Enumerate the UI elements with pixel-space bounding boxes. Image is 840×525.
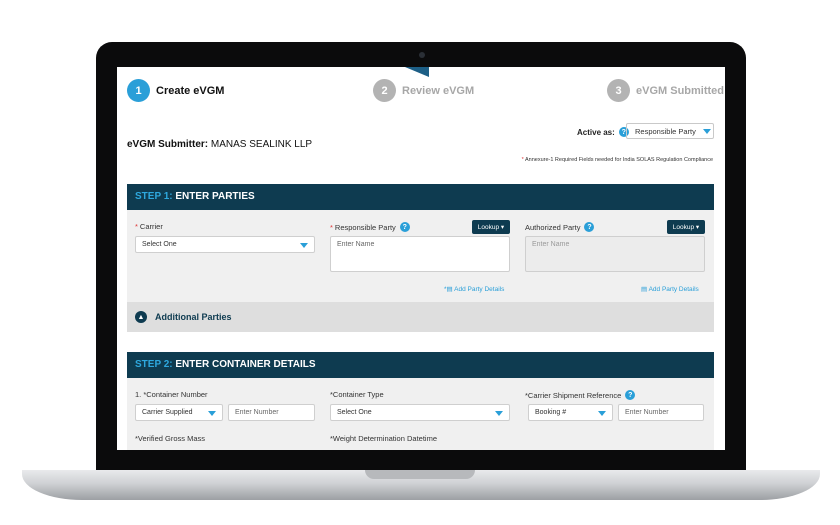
step-review-evgm[interactable]: 2 Review eVGM: [373, 79, 474, 102]
container-number-select-value: Carrier Supplied: [142, 409, 193, 416]
responsible-party-input[interactable]: Enter Name: [330, 236, 510, 272]
help-icon[interactable]: ?: [625, 390, 636, 400]
step-create-evgm[interactable]: 1 Create eVGM: [127, 79, 224, 102]
authorized-party-input[interactable]: Enter Name: [525, 236, 705, 272]
step-label: eVGM Submitted: [636, 84, 725, 97]
step2-number: STEP 2:: [135, 359, 173, 370]
step-number: 3: [607, 79, 630, 102]
required-star: *: [330, 222, 333, 232]
weight-datetime-label: *Weight Determination Datetime: [330, 434, 437, 443]
step-label: Review eVGM: [402, 84, 475, 97]
vgm-label: *Verified Gross Mass: [135, 434, 206, 443]
chevron-down-icon: [598, 411, 606, 416]
step1-number: STEP 1:: [135, 191, 173, 202]
screen: 1 Create eVGM 2 Review eVGM 3 eVGM Submi…: [117, 67, 725, 450]
active-role-select[interactable]: Responsible Party: [626, 123, 714, 139]
carrier-select[interactable]: Select One: [135, 236, 315, 253]
authorized-party-label-text: Authorized Party: [525, 222, 581, 232]
carrier-label-text: Carrier: [139, 222, 163, 231]
authorized-party-label: Authorized Party ?: [525, 222, 595, 232]
step-label: Create eVGM: [156, 84, 225, 97]
responsible-party-label: * Responsible Party ?: [330, 222, 410, 232]
shipment-reference-input[interactable]: Enter Number: [618, 404, 704, 421]
step1-title: ENTER PARTIES: [175, 191, 255, 202]
responsible-lookup-button[interactable]: Lookup ▾: [472, 220, 510, 234]
required-star: *: [135, 222, 138, 231]
step2-panel: STEP 2: ENTER CONTAINER DETAILS 1. *Cont…: [127, 352, 714, 450]
active-as: Active as: ?: [577, 127, 629, 137]
annexure-text: Annexure-1 Required Fields needed for In…: [524, 157, 713, 163]
responsible-add-party-link[interactable]: *▤ Add Party Details: [444, 285, 504, 293]
step-number: 2: [373, 79, 396, 102]
carrier-label: * Carrier: [135, 222, 163, 231]
container-number-select[interactable]: Carrier Supplied: [135, 404, 223, 421]
additional-parties-label: Additional Parties: [155, 312, 232, 322]
step2-title: ENTER CONTAINER DETAILS: [175, 359, 316, 370]
container-type-select[interactable]: Select One: [330, 404, 510, 421]
container-number-input[interactable]: Enter Number: [228, 404, 315, 421]
chevron-down-icon: [300, 243, 308, 248]
step-number: 1: [127, 79, 150, 102]
carrier-select-value: Select One: [142, 241, 177, 248]
step2-header: STEP 2: ENTER CONTAINER DETAILS: [127, 352, 714, 378]
step-pointer-icon: [405, 67, 429, 77]
laptop-notch: [365, 470, 475, 479]
shipment-reference-label-text: *Carrier Shipment Reference: [525, 390, 622, 400]
chevron-down-icon: [208, 411, 216, 416]
additional-parties-toggle[interactable]: ▲ Additional Parties: [127, 302, 714, 332]
chevron-down-icon: [495, 411, 503, 416]
evgm-submitter: eVGM Submitter: MANAS SEALINK LLP: [127, 139, 312, 150]
camera-icon: [419, 52, 425, 58]
help-icon[interactable]: ?: [584, 222, 595, 232]
container-type-select-value: Select One: [337, 409, 372, 416]
authorized-lookup-button[interactable]: Lookup ▾: [667, 220, 705, 234]
responsible-party-label-text: Responsible Party: [334, 222, 396, 232]
active-as-label: Active as:: [577, 127, 615, 137]
chevron-up-icon: ▲: [135, 311, 147, 323]
step1-header: STEP 1: ENTER PARTIES: [127, 184, 714, 210]
help-icon[interactable]: ?: [399, 222, 410, 232]
container-number-label: 1. *Container Number: [135, 390, 208, 399]
chevron-down-icon: [703, 129, 711, 134]
submitter-label: eVGM Submitter:: [127, 139, 209, 150]
container-type-label: *Container Type: [330, 390, 384, 399]
shipment-reference-label: *Carrier Shipment Reference ?: [525, 390, 636, 400]
annexure-note: * Annexure-1 Required Fields needed for …: [522, 157, 713, 163]
shipment-reference-select-value: Booking #: [535, 409, 567, 416]
authorized-add-party-link[interactable]: ▤ Add Party Details: [641, 285, 699, 293]
stepper: 1 Create eVGM 2 Review eVGM 3 eVGM Submi…: [117, 67, 725, 115]
active-role-value: Responsible Party: [635, 127, 696, 136]
step-evgm-submitted[interactable]: 3 eVGM Submitted: [607, 79, 724, 102]
shipment-reference-select[interactable]: Booking #: [528, 404, 613, 421]
step1-panel: STEP 1: ENTER PARTIES * Carrier Select O…: [127, 184, 714, 332]
required-star: *: [521, 157, 524, 163]
submitter-value: MANAS SEALINK LLP: [210, 139, 313, 150]
